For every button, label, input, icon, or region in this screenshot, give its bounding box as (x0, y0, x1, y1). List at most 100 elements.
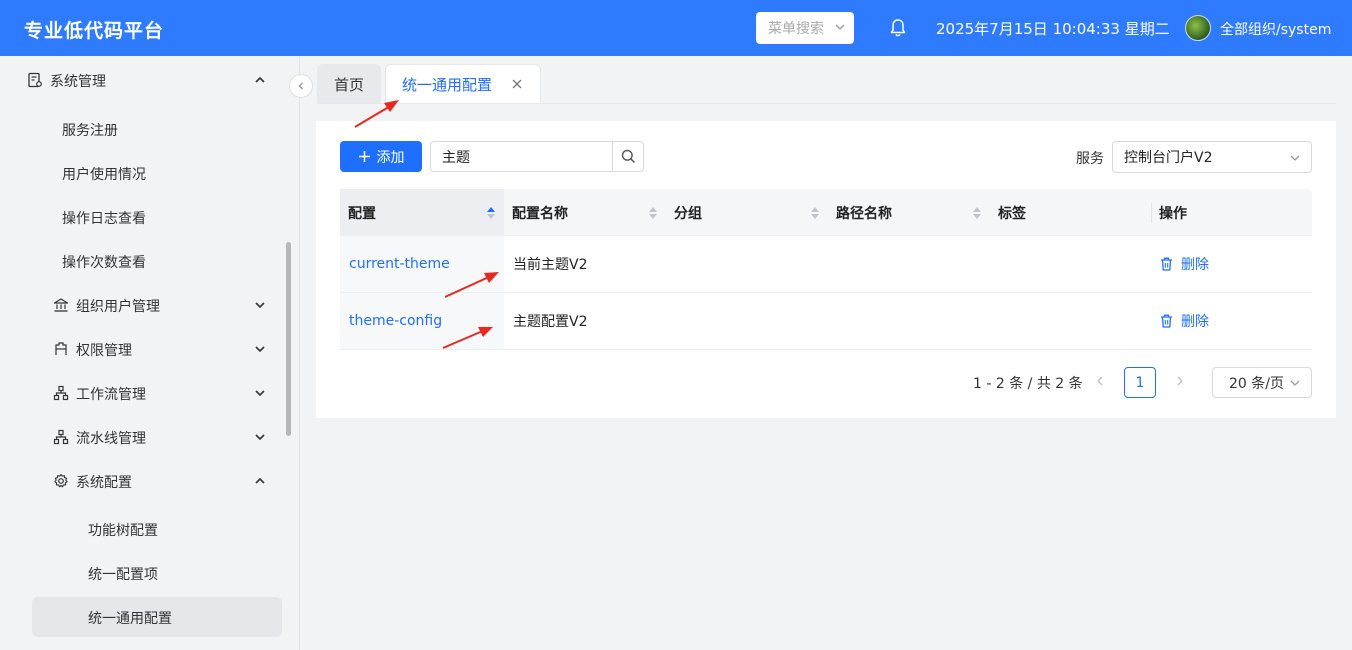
tab-home[interactable]: 首页 (317, 64, 381, 104)
column-header-config-name[interactable]: 配置名称 (504, 189, 666, 236)
chevron-up-icon (255, 477, 265, 484)
sidebar-item-label: 功能树配置 (88, 523, 158, 539)
top-header: 专业低代码平台 菜单搜索 2025年7月15日 10:04:33 星期二 全部组… (0, 0, 1352, 56)
page-number-button[interactable]: 1 (1124, 367, 1156, 398)
sidebar-item-label: 操作次数查看 (62, 255, 146, 271)
cell-group (666, 293, 828, 349)
cell-path-name (828, 293, 990, 349)
sidebar-item-label: 统一通用配置 (88, 611, 172, 627)
config-name-text: 主题配置V2 (513, 314, 588, 330)
clipboard-gear-icon (28, 72, 42, 88)
table-header: 配置 配置名称 分组 路径名称 标签 操作 (340, 189, 1312, 236)
hierarchy-icon (53, 429, 69, 445)
plus-icon (358, 151, 370, 162)
sidebar-item-label: 组织用户管理 (76, 299, 160, 315)
sidebar-item-user-usage[interactable]: 用户使用情况 (0, 153, 284, 193)
sidebar-collapse-button[interactable] (289, 74, 313, 98)
cell-tag (990, 236, 1151, 292)
trash-icon (1161, 314, 1172, 328)
sidebar-item-label: 操作日志查看 (62, 211, 146, 227)
config-table: 配置 配置名称 分组 路径名称 标签 操作 current-theme 当前主题… (340, 189, 1312, 350)
sidebar-item-workflow-management[interactable]: 工作流管理 (0, 373, 284, 413)
sidebar-item-unified-config-items[interactable]: 统一配置项 (0, 553, 284, 593)
config-key-link[interactable]: current-theme (349, 256, 450, 272)
sidebar-item-label: 统一配置项 (88, 567, 158, 583)
service-label: 服务 (1076, 151, 1104, 167)
cell-config-name: 主题配置V2 (504, 293, 666, 349)
sort-icon (973, 207, 981, 219)
brand-title: 专业低代码平台 (24, 20, 165, 42)
chevron-down-icon (1290, 380, 1300, 386)
column-header-label: 操作 (1159, 205, 1187, 222)
search-input[interactable] (431, 142, 613, 171)
hierarchy-icon (53, 385, 69, 401)
sidebar-item-service-registry[interactable]: 服务注册 (0, 109, 284, 149)
sidebar-item-permission-management[interactable]: 权限管理 (0, 329, 284, 369)
sidebar-scrollbar[interactable] (286, 242, 291, 436)
column-header-label: 分组 (674, 205, 702, 222)
search-icon (621, 149, 635, 164)
delete-label: 删除 (1181, 314, 1209, 330)
chevron-down-icon (255, 302, 265, 309)
config-key-link[interactable]: theme-config (349, 313, 442, 329)
bank-icon (53, 298, 69, 312)
chevron-down-icon (255, 346, 265, 353)
service-select-value: 控制台门户V2 (1124, 150, 1213, 166)
cell-group (666, 236, 828, 292)
sidebar-item-label: 流水线管理 (76, 431, 146, 447)
content-card: 添加 服务 控制台门户V2 配置 配置名称 分组 路径名称 (316, 121, 1336, 418)
add-button-label: 添加 (376, 149, 405, 166)
column-header-label: 标签 (998, 205, 1026, 222)
column-header-label: 路径名称 (836, 205, 892, 222)
page-size-select[interactable]: 20 条/页 (1212, 367, 1312, 398)
trash-icon (1161, 257, 1172, 271)
bell-icon[interactable] (889, 18, 907, 38)
column-header-group[interactable]: 分组 (666, 189, 828, 236)
sidebar-item-system-management[interactable]: 系统管理 (0, 60, 284, 100)
org-user-menu[interactable]: 全部组织/system (1220, 19, 1331, 39)
sidebar-item-org-user-management[interactable]: 组织用户管理 (0, 285, 284, 325)
sidebar-item-label: 系统配置 (76, 475, 132, 491)
column-header-tag: 标签 (990, 189, 1151, 236)
menu-search-select[interactable]: 菜单搜索 (756, 12, 854, 44)
sidebar: 系统管理 服务注册 用户使用情况 操作日志查看 操作次数查看 组织用户管理 权限… (0, 56, 300, 650)
column-header-label: 配置名称 (512, 205, 568, 222)
search-box (430, 141, 644, 172)
delete-button[interactable]: 删除 (1151, 236, 1312, 292)
sort-icon (649, 207, 657, 219)
table-row: current-theme 当前主题V2 删除 (340, 236, 1312, 293)
datetime-display: 2025年7月15日 10:04:33 星期二 (936, 20, 1170, 38)
column-header-actions: 操作 (1151, 189, 1312, 236)
sidebar-item-function-tree-config[interactable]: 功能树配置 (0, 509, 284, 549)
menu-search-placeholder: 菜单搜索 (768, 21, 824, 37)
cell-tag (990, 293, 1151, 349)
service-select[interactable]: 控制台门户V2 (1112, 141, 1312, 173)
sidebar-item-pipeline-management[interactable]: 流水线管理 (0, 417, 284, 457)
tab-unified-general-config[interactable]: 统一通用配置 (385, 64, 541, 104)
tab-label: 首页 (333, 75, 364, 94)
avatar[interactable] (1185, 15, 1211, 41)
sidebar-item-label: 权限管理 (76, 343, 132, 359)
chevron-left-icon (298, 82, 303, 90)
delete-button[interactable]: 删除 (1151, 293, 1312, 349)
chevron-down-icon (255, 434, 265, 441)
chevron-down-icon (835, 24, 845, 30)
chevron-right-icon[interactable] (1174, 374, 1186, 388)
close-icon[interactable] (510, 77, 524, 91)
sidebar-item-operation-log[interactable]: 操作日志查看 (0, 197, 284, 237)
config-name-text: 当前主题V2 (513, 257, 588, 273)
delete-label: 删除 (1181, 257, 1209, 273)
add-button[interactable]: 添加 (340, 141, 422, 172)
column-header-path-name[interactable]: 路径名称 (828, 189, 990, 236)
search-button[interactable] (612, 142, 643, 171)
chevron-up-icon (255, 76, 265, 83)
sidebar-item-operation-count[interactable]: 操作次数查看 (0, 241, 284, 281)
sidebar-item-system-config[interactable]: 系统配置 (0, 461, 284, 501)
chevron-left-icon[interactable] (1094, 374, 1106, 388)
sort-icon (487, 207, 495, 219)
column-header-config[interactable]: 配置 (340, 189, 504, 236)
column-separator (1151, 203, 1152, 223)
column-header-label: 配置 (348, 205, 376, 222)
tab-label: 统一通用配置 (402, 76, 493, 94)
sidebar-item-unified-general-config[interactable]: 统一通用配置 (32, 597, 282, 637)
